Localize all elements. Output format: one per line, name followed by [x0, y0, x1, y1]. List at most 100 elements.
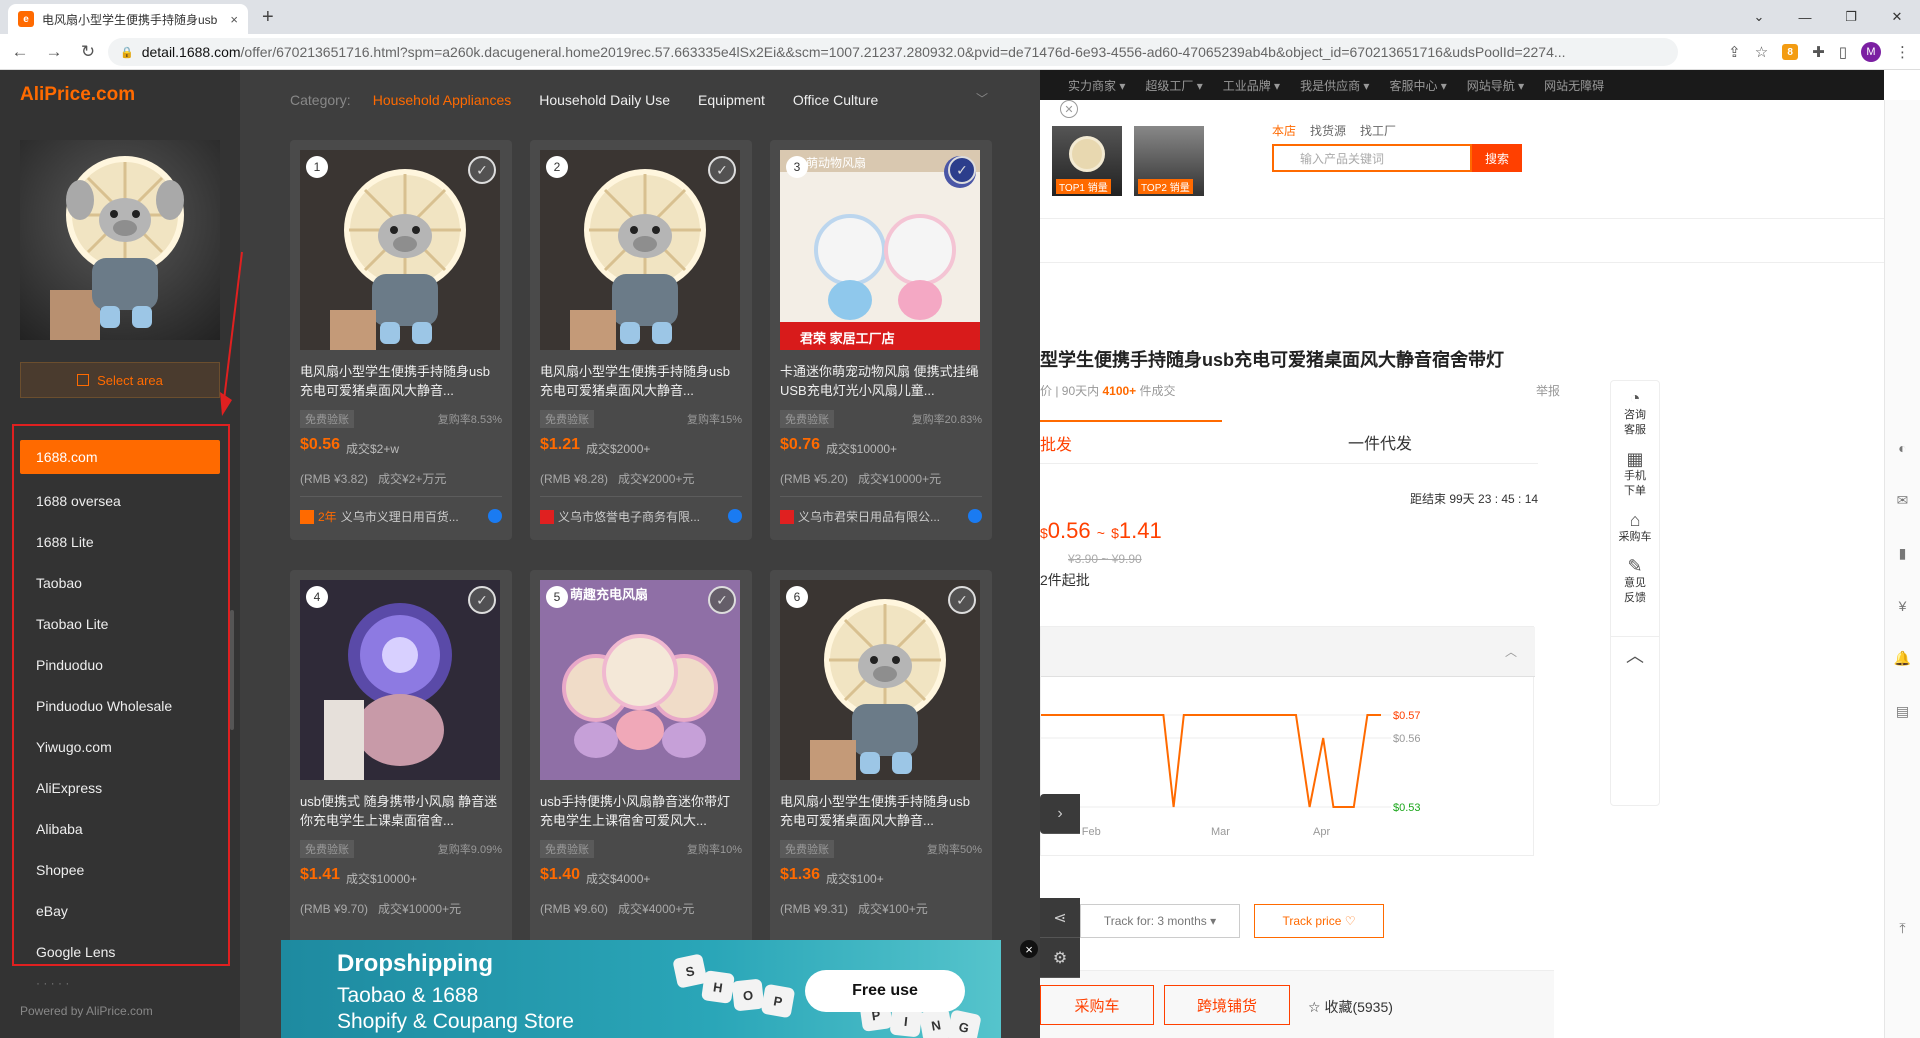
side-panel-icon[interactable]: ▯: [1839, 43, 1847, 61]
product-image[interactable]: 萌动物风扇 君荣 家居工厂店: [780, 150, 980, 350]
topnav-item[interactable]: 网站导航 ▾: [1467, 77, 1524, 94]
service-consult[interactable]: ◔ 咨询客服: [1611, 389, 1659, 438]
site-ebay[interactable]: eBay: [20, 891, 220, 932]
product-card[interactable]: 2 ✓ 电风扇小型学生便携手持随身usb充电可爱猪桌面风大静音... 免费验账 …: [530, 140, 752, 540]
bell-icon[interactable]: 🔔: [1885, 650, 1920, 667]
calc-icon[interactable]: ▤: [1885, 703, 1920, 720]
new-tab-button[interactable]: +: [262, 6, 274, 29]
shop-name[interactable]: 义乌市君荣日用品有限公...: [780, 508, 982, 525]
product-image[interactable]: 萌趣充电风扇: [540, 580, 740, 780]
site-1688-lite[interactable]: 1688 Lite: [20, 522, 220, 563]
topnav-item[interactable]: 我是供应商 ▾: [1300, 77, 1369, 94]
category-equipment[interactable]: Equipment: [698, 92, 765, 108]
info-icon[interactable]: ◐: [1885, 440, 1920, 456]
tab-search-icon[interactable]: ⌄: [1736, 0, 1782, 34]
track-duration-select[interactable]: Track for: 3 months ▾: [1080, 904, 1240, 938]
product-card[interactable]: 1 ✓ 电风扇小型学生便携手持随身usb充电可爱猪桌面风大静音... 免费验账 …: [290, 140, 512, 540]
close-window-button[interactable]: ✕: [1874, 0, 1920, 34]
category-household-appliances[interactable]: Household Appliances: [373, 92, 512, 108]
product-title[interactable]: 电风扇小型学生便携手持随身usb充电可爱猪桌面风大静音...: [540, 362, 742, 400]
category-office-culture[interactable]: Office Culture: [793, 92, 878, 108]
coin-icon[interactable]: ¥: [1885, 598, 1920, 614]
service-feedback[interactable]: ✎ 意见反馈: [1611, 557, 1659, 606]
profile-avatar[interactable]: M: [1861, 42, 1881, 62]
browser-menu-icon[interactable]: ⋮: [1895, 43, 1910, 61]
search-tab-source[interactable]: 找货源: [1310, 122, 1346, 139]
product-image[interactable]: [300, 150, 500, 350]
topnav-item[interactable]: 超级工厂 ▾: [1145, 77, 1202, 94]
select-check-icon[interactable]: ✓: [708, 156, 736, 184]
minimize-button[interactable]: —: [1782, 0, 1828, 34]
chat-icon[interactable]: [488, 509, 502, 523]
restore-button[interactable]: ❐: [1828, 0, 1874, 34]
share-icon[interactable]: ⇪: [1728, 43, 1741, 61]
chat-icon[interactable]: [728, 509, 742, 523]
close-ad-icon[interactable]: ×: [1020, 940, 1038, 958]
reload-icon[interactable]: ↻: [74, 42, 102, 62]
shop-name[interactable]: 义乌市悠誉电子商务有限...: [540, 508, 742, 525]
favorite-button[interactable]: ☆ 收藏(5935): [1308, 997, 1393, 1017]
shop-name[interactable]: 2年 义乌市义理日用百货...: [300, 508, 502, 525]
extension-badge-icon[interactable]: 8: [1782, 44, 1799, 60]
url-field[interactable]: 🔒 detail.1688.com/offer/670213651716.htm…: [108, 38, 1678, 66]
lock-icon[interactable]: 🔒: [120, 46, 134, 59]
topnav-item[interactable]: 工业品牌 ▾: [1223, 77, 1280, 94]
service-cart[interactable]: ⌂ 采购车: [1611, 511, 1659, 545]
chat-icon[interactable]: [968, 509, 982, 523]
site-list-scrollbar[interactable]: [230, 610, 234, 730]
collapse-panel-chevron-icon[interactable]: ›: [1040, 794, 1080, 834]
product-card[interactable]: 6 ✓ 电风扇小型学生便携手持随身usb充电可爱猪桌面风大静音... 免费验账 …: [770, 570, 992, 970]
service-mobile[interactable]: ▦ 手机下单: [1611, 450, 1659, 499]
site-taobao[interactable]: Taobao: [20, 563, 220, 604]
thumb-top2[interactable]: TOP2 销量: [1134, 126, 1204, 196]
product-title[interactable]: 电风扇小型学生便携手持随身usb充电可爱猪桌面风大静音...: [780, 792, 982, 830]
product-title[interactable]: 电风扇小型学生便携手持随身usb充电可爱猪桌面风大静音...: [300, 362, 502, 400]
extensions-puzzle-icon[interactable]: ✚: [1812, 43, 1825, 61]
site-pinduoduo-wholesale[interactable]: Pinduoduo Wholesale: [20, 686, 220, 727]
product-image[interactable]: [780, 580, 980, 780]
collapse-chevron-icon[interactable]: ︿: [1505, 643, 1517, 660]
select-area-button[interactable]: Select area: [20, 362, 220, 398]
report-link[interactable]: 举报: [1536, 382, 1560, 399]
product-title[interactable]: usb手持便携小风扇静音迷你带灯充电学生上课宿舍可爱风大...: [540, 792, 742, 830]
bookmark-icon[interactable]: ▮: [1885, 545, 1920, 562]
site-1688[interactable]: 1688.com: [20, 440, 220, 474]
site-pinduoduo[interactable]: Pinduoduo: [20, 645, 220, 686]
add-to-cart-button[interactable]: 采购车: [1040, 985, 1154, 1025]
forward-icon[interactable]: →: [40, 42, 68, 62]
tab-wholesale[interactable]: 批发: [1040, 420, 1222, 463]
back-to-top[interactable]: ︿: [1611, 636, 1659, 666]
product-title[interactable]: 卡通迷你萌宠动物风扇 便携式挂绳USB充电灯光小风扇儿童...: [780, 362, 982, 400]
topnav-item[interactable]: 客服中心 ▾: [1389, 77, 1446, 94]
chevron-down-icon[interactable]: ﹀: [976, 90, 988, 107]
settings-gear-icon[interactable]: ⚙: [1040, 938, 1080, 978]
search-input[interactable]: 输入产品关键词: [1272, 144, 1472, 172]
site-aliexpress[interactable]: AliExpress: [20, 768, 220, 809]
select-check-icon[interactable]: ✓: [708, 586, 736, 614]
browser-tab[interactable]: e 电风扇小型学生便携手持随身usb ×: [8, 4, 248, 34]
product-card[interactable]: 萌趣充电风扇 5 ✓ usb手持便携小风扇静音迷你带灯充电学生上课宿舍可爱风大.…: [530, 570, 752, 970]
select-check-icon[interactable]: ✓: [468, 156, 496, 184]
site-taobao-lite[interactable]: Taobao Lite: [20, 604, 220, 645]
site-1688-oversea[interactable]: 1688 oversea: [20, 481, 220, 522]
product-card[interactable]: 萌动物风扇 君荣 家居工厂店 3 ✓ 卡通迷你萌宠动物风扇 便携式挂绳USB充电…: [770, 140, 992, 540]
dropshipping-ad-banner[interactable]: Dropshipping Taobao & 1688 Shopify & Cou…: [281, 940, 1001, 1038]
cross-border-button[interactable]: 跨境铺货: [1164, 985, 1290, 1025]
search-tab-factory[interactable]: 找工厂: [1360, 122, 1396, 139]
site-shopee[interactable]: Shopee: [20, 850, 220, 891]
close-icon[interactable]: ✕: [1060, 100, 1078, 118]
bookmark-star-icon[interactable]: ☆: [1755, 43, 1768, 61]
back-icon[interactable]: ←: [6, 42, 34, 62]
search-tab-store[interactable]: 本店: [1272, 122, 1296, 139]
select-check-icon[interactable]: ✓: [468, 586, 496, 614]
free-use-button[interactable]: Free use: [805, 970, 965, 1012]
site-alibaba[interactable]: Alibaba: [20, 809, 220, 850]
product-title[interactable]: usb便携式 随身携带小风扇 静音迷你充电学生上课桌面宿舍...: [300, 792, 502, 830]
select-check-icon[interactable]: ✓: [948, 156, 976, 184]
product-card[interactable]: 4 ✓ usb便携式 随身携带小风扇 静音迷你充电学生上课桌面宿舍... 免费验…: [290, 570, 512, 970]
tab-close-icon[interactable]: ×: [230, 12, 238, 27]
share-icon[interactable]: ⋖: [1040, 898, 1080, 938]
search-button[interactable]: 搜索: [1472, 144, 1522, 172]
category-household-daily-use[interactable]: Household Daily Use: [539, 92, 670, 108]
product-image[interactable]: [540, 150, 740, 350]
